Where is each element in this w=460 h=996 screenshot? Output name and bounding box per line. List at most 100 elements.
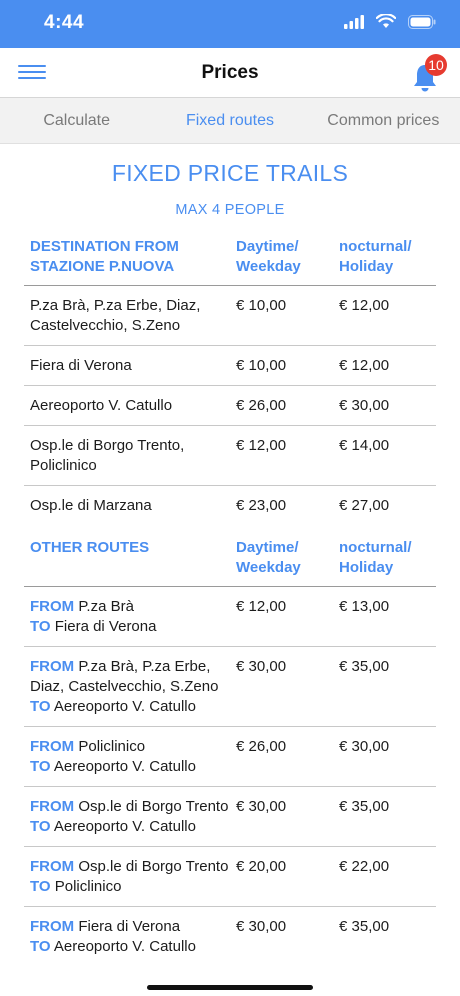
route-cell: FROM P.za Brà TO Fiera di Verona <box>24 586 230 647</box>
nocturnal-price: € 13,00 <box>333 586 436 647</box>
daytime-price: € 26,00 <box>230 726 333 787</box>
page-title: Prices <box>201 62 259 83</box>
route-cell: FROM Fiera di Verona TO Aereoporto V. Cat… <box>24 906 230 966</box>
route-to: TO Aereoporto V. Catullo <box>30 937 230 957</box>
nocturnal-price: € 35,00 <box>333 646 436 727</box>
to-label: TO <box>30 698 51 715</box>
destination-header: DESTINATION FROM STAZIONE P.NUOVA <box>24 230 230 286</box>
route-to: TO Fiera di Verona <box>30 617 230 637</box>
to-value: Aereoporto V. Catullo <box>53 758 196 775</box>
destination-cell: Fiera di Verona <box>24 345 230 386</box>
from-value: P.za Brà <box>78 598 134 615</box>
status-time: 4:44 <box>44 12 85 33</box>
from-value: Osp.le di Borgo Trento <box>78 798 229 815</box>
to-value: Fiera di Verona <box>54 618 157 635</box>
destination-cell: Osp.le di Borgo Trento, Policlinico <box>24 425 230 486</box>
from-value: Osp.le di Borgo Trento <box>78 858 229 875</box>
table1-header: DESTINATION FROM STAZIONE P.NUOVA Daytim… <box>24 230 436 286</box>
table-row: FROM Fiera di Verona TO Aereoporto V. Cat… <box>24 906 436 966</box>
from-value: Policlinico <box>78 738 146 755</box>
tab-fixed-routes[interactable]: Fixed routes <box>153 98 306 143</box>
daytime-price: € 12,00 <box>230 425 333 486</box>
prices-table: DESTINATION FROM STAZIONE P.NUOVA Daytim… <box>24 230 436 966</box>
route-from: FROM Osp.le di Borgo Trento <box>30 797 230 817</box>
nocturnal-header: nocturnal/ Holiday <box>333 531 436 587</box>
tab-common-prices[interactable]: Common prices <box>307 98 460 143</box>
daytime-price: € 12,00 <box>230 586 333 647</box>
from-label: FROM <box>30 918 75 935</box>
table-row: Aereoporto V. Catullo € 26,00 € 30,00 <box>24 385 436 426</box>
from-value: Fiera di Verona <box>78 918 181 935</box>
main-content: FIXED PRICE TRAILS MAX 4 PEOPLE DESTINAT… <box>0 144 460 966</box>
daytime-header: Daytime/ Weekday <box>230 230 333 286</box>
table-row: P.za Brà, P.za Erbe, Diaz, Castelvecchio… <box>24 285 436 346</box>
table-row: FROM Osp.le di Borgo Trento TO Aereoporto… <box>24 786 436 847</box>
route-to: TO Policlinico <box>30 877 230 897</box>
tab-calculate[interactable]: Calculate <box>0 98 153 143</box>
route-from: FROM Policlinico <box>30 737 230 757</box>
route-cell: FROM Osp.le di Borgo Trento TO Policlinic… <box>24 846 230 907</box>
table-row: Osp.le di Marzana € 23,00 € 27,00 <box>24 485 436 525</box>
to-value: Policlinico <box>54 878 122 895</box>
route-cell: FROM P.za Brà, P.za Erbe, Diaz, Castelve… <box>24 646 230 727</box>
route-cell: FROM Osp.le di Borgo Trento TO Aereoporto… <box>24 786 230 847</box>
to-label: TO <box>30 878 51 895</box>
table-row: FROM Policlinico TO Aereoporto V. Catullo… <box>24 726 436 787</box>
route-to: TO Aereoporto V. Catullo <box>30 697 230 717</box>
daytime-header: Daytime/ Weekday <box>230 531 333 587</box>
notifications-button[interactable]: 10 <box>408 54 447 94</box>
to-label: TO <box>30 938 51 955</box>
nocturnal-price: € 30,00 <box>333 385 436 426</box>
route-from: FROM P.za Brà, P.za Erbe, Diaz, Castelve… <box>30 657 230 697</box>
route-from: FROM Osp.le di Borgo Trento <box>30 857 230 877</box>
to-label: TO <box>30 818 51 835</box>
daytime-price: € 23,00 <box>230 485 333 525</box>
fixed-price-title: FIXED PRICE TRAILS <box>111 160 349 186</box>
status-bar: 4:44 <box>0 0 460 48</box>
max-people-subtitle: MAX 4 PEOPLE <box>175 202 285 218</box>
daytime-price: € 26,00 <box>230 385 333 426</box>
status-icons <box>344 14 436 29</box>
from-label: FROM <box>30 858 75 875</box>
to-value: Aereoporto V. Catullo <box>53 938 196 955</box>
from-label: FROM <box>30 798 75 815</box>
daytime-price: € 30,00 <box>230 786 333 847</box>
table-row: FROM P.za Brà, P.za Erbe, Diaz, Castelve… <box>24 646 436 727</box>
to-label: TO <box>30 758 51 775</box>
home-indicator[interactable] <box>147 985 313 990</box>
table-row: FROM Osp.le di Borgo Trento TO Policlinic… <box>24 846 436 907</box>
nav-bar: Prices 10 <box>0 48 460 98</box>
daytime-price: € 10,00 <box>230 285 333 346</box>
nocturnal-header: nocturnal/ Holiday <box>333 230 436 286</box>
signal-icon <box>344 14 364 29</box>
destination-cell: P.za Brà, P.za Erbe, Diaz, Castelvecchio… <box>24 285 230 346</box>
table-row: Fiera di Verona € 10,00 € 12,00 <box>24 345 436 386</box>
nocturnal-price: € 35,00 <box>333 906 436 966</box>
daytime-price: € 30,00 <box>230 906 333 966</box>
route-to: TO Aereoporto V. Catullo <box>30 757 230 777</box>
from-label: FROM <box>30 738 75 755</box>
destination-cell: Aereoporto V. Catullo <box>24 385 230 426</box>
other-routes-header: OTHER ROUTES <box>24 531 230 587</box>
destination-cell: Osp.le di Marzana <box>24 485 230 525</box>
nocturnal-price: € 35,00 <box>333 786 436 847</box>
tab-bar: Calculate Fixed routes Common prices <box>0 98 460 144</box>
to-label: TO <box>30 618 51 635</box>
daytime-price: € 30,00 <box>230 646 333 727</box>
nocturnal-price: € 30,00 <box>333 726 436 787</box>
daytime-price: € 10,00 <box>230 345 333 386</box>
table-row: FROM P.za Brà TO Fiera di Verona € 12,00 € … <box>24 586 436 647</box>
table-row: Osp.le di Borgo Trento, Policlinico € 12,… <box>24 425 436 486</box>
notification-badge: 10 <box>425 54 447 76</box>
daytime-price: € 20,00 <box>230 846 333 907</box>
to-value: Aereoporto V. Catullo <box>53 698 196 715</box>
from-label: FROM <box>30 598 75 615</box>
route-cell: FROM Policlinico TO Aereoporto V. Catullo <box>24 726 230 787</box>
nocturnal-price: € 22,00 <box>333 846 436 907</box>
nocturnal-price: € 14,00 <box>333 425 436 486</box>
battery-icon <box>408 14 436 29</box>
route-from: FROM Fiera di Verona <box>30 917 230 937</box>
nocturnal-price: € 27,00 <box>333 485 436 525</box>
from-label: FROM <box>30 658 75 675</box>
nocturnal-price: € 12,00 <box>333 345 436 386</box>
